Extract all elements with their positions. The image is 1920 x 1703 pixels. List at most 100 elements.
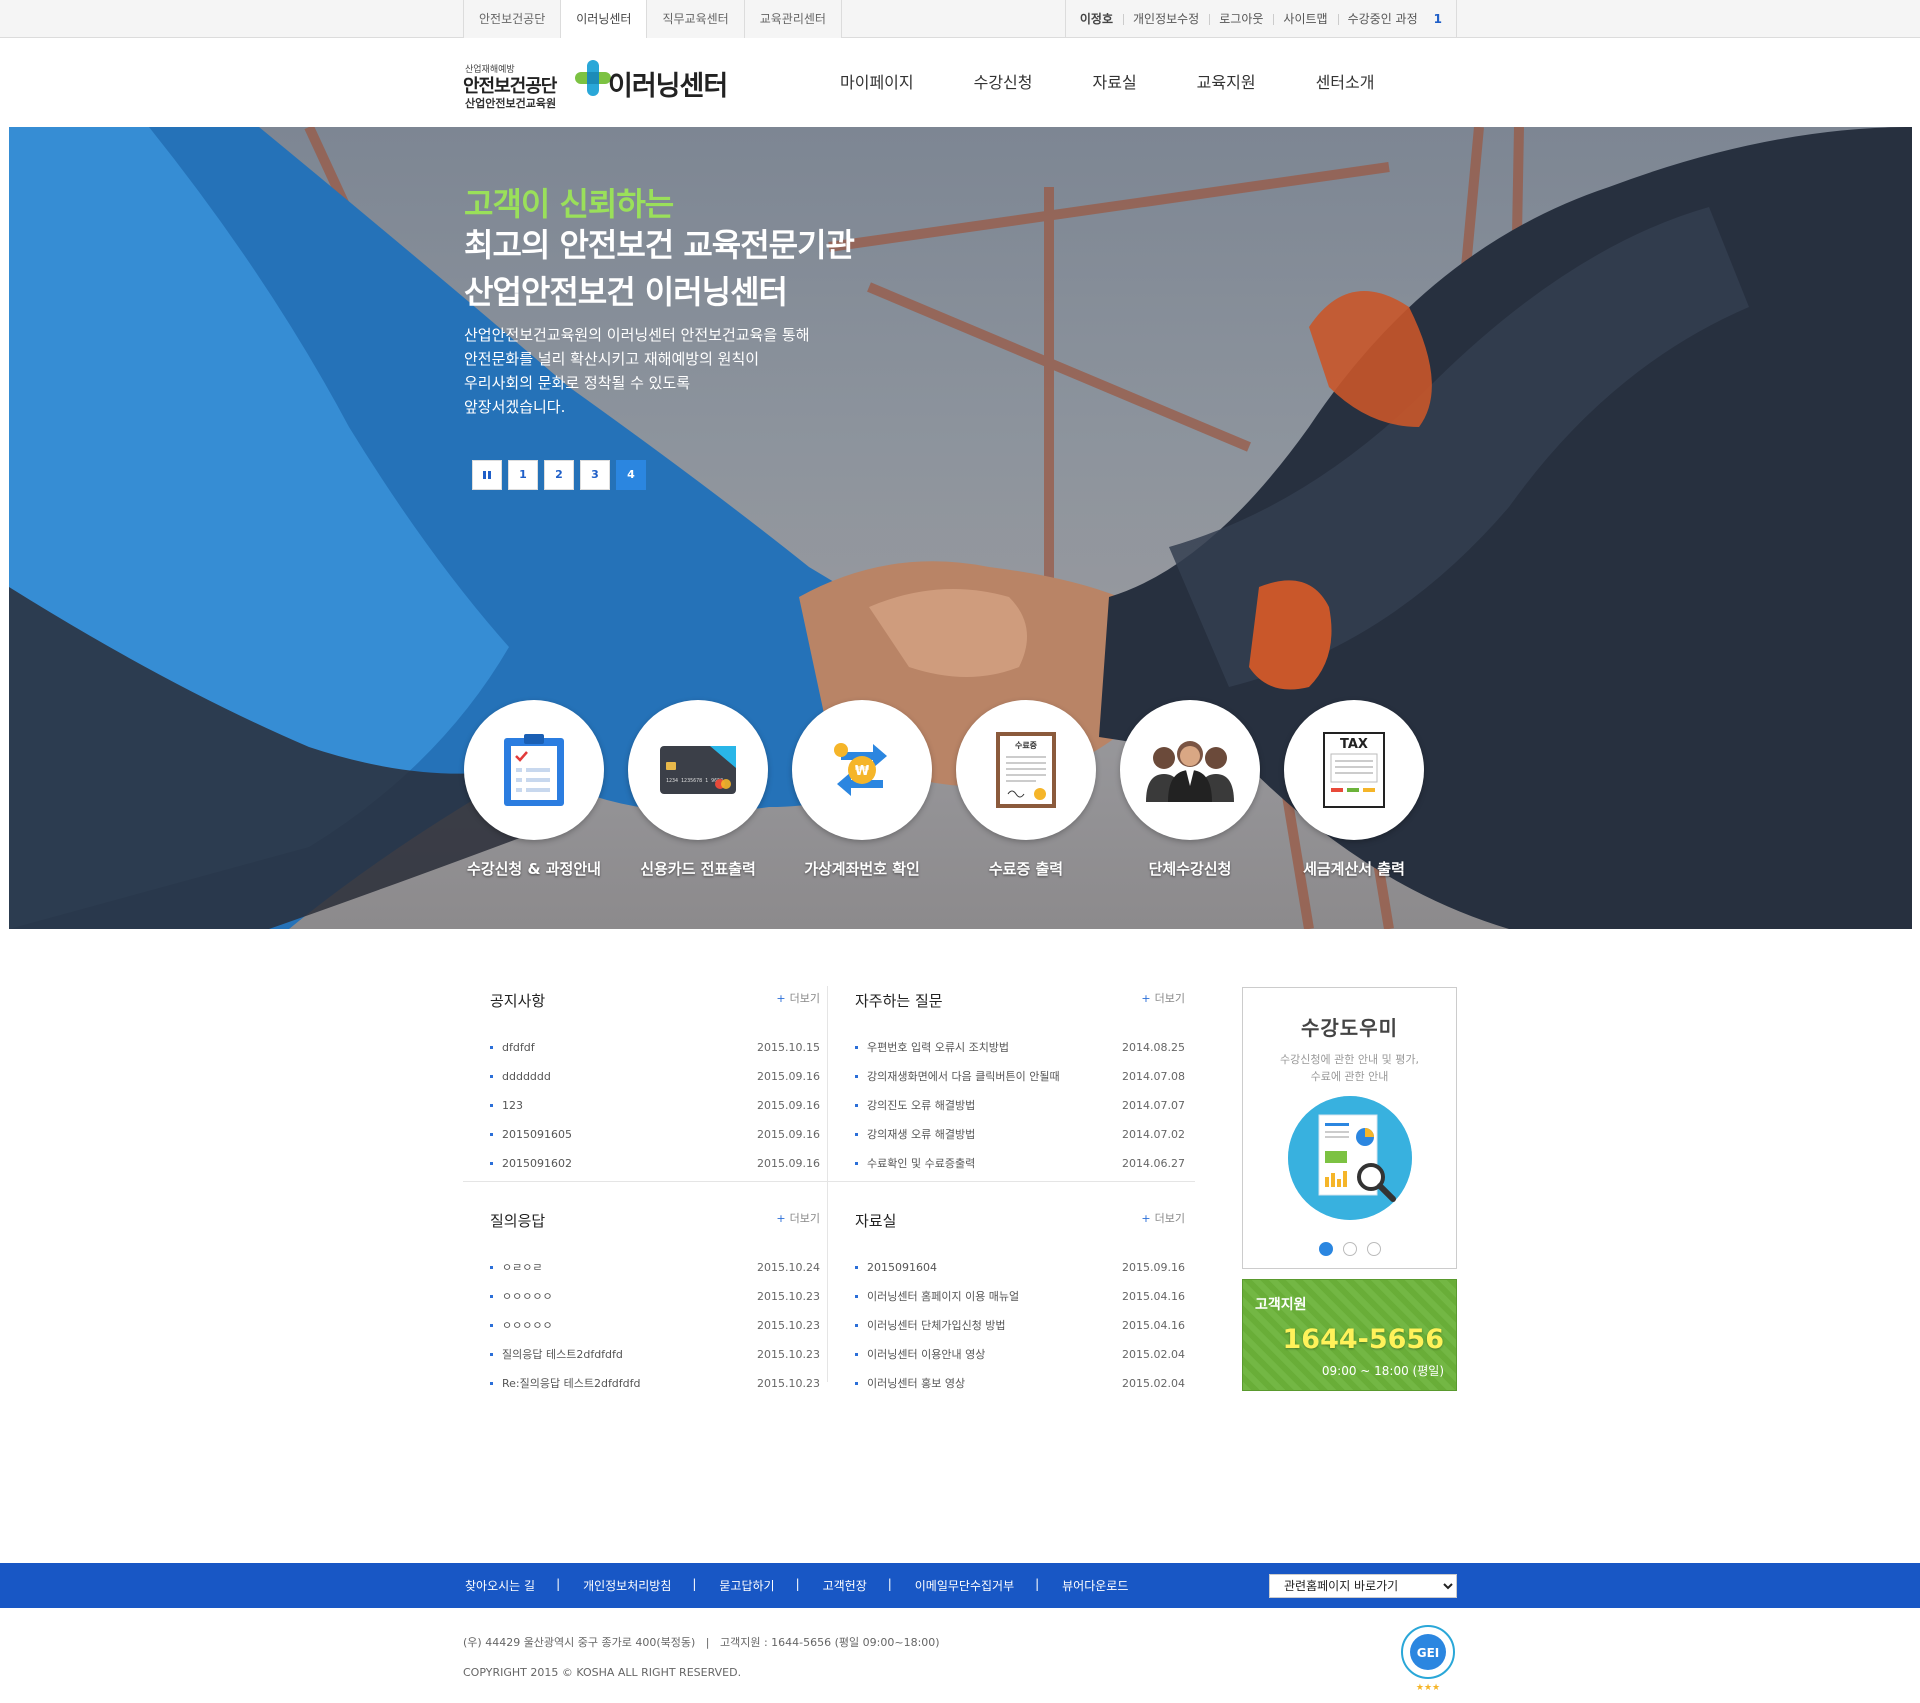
nav-mypage[interactable]: 마이페이지 [810,38,944,127]
current-courses-link[interactable]: 수강중인 과정 1 [1337,0,1452,38]
quick-course-apply[interactable]: 수강신청 & 과정안내 [464,700,604,879]
item-title: 이러닝센터 홍보 영상 [867,1377,966,1390]
list-item[interactable]: 수료확인 및 수료증출력 2014.06.27 [855,1149,1185,1178]
slide-2-button[interactable]: 2 [544,460,574,490]
more-link[interactable]: 더보기 [1141,990,1185,1006]
list-item[interactable]: 123 2015.09.16 [490,1091,820,1120]
notice-list: dfdfdf 2015.10.15 ddddddd 2015.09.16 123 20… [490,1033,820,1178]
list-item[interactable]: 이러닝센터 단체가입신청 방법 2015.04.16 [855,1311,1185,1340]
list-item[interactable]: dfdfdf 2015.10.15 [490,1033,820,1062]
tab-edu-management[interactable]: 교육관리센터 [743,0,842,38]
list-item[interactable]: 강의진도 오류 해결방법 2014.07.07 [855,1091,1185,1120]
list-item[interactable]: 2015091605 2015.09.16 [490,1120,820,1149]
board-divider-vertical [827,986,828,1382]
helper-dot-3[interactable] [1366,1242,1381,1256]
customer-support-box: 고객지원 1644-5656 09:00 ~ 18:00 (평일) [1242,1279,1457,1391]
list-item[interactable]: 우편번호 입력 오류시 조치방법 2014.08.25 [855,1033,1185,1062]
item-title: 2015091604 [867,1261,937,1274]
item-date: 2014.07.07 [1122,1099,1185,1112]
more-link[interactable]: 더보기 [776,990,820,1006]
board-title: 질의응답 [490,1212,546,1230]
slide-3-button[interactable]: 3 [580,460,610,490]
pause-icon [483,471,491,479]
nav-edu-support[interactable]: 교육지원 [1167,38,1286,127]
qna-board: 질의응답 더보기 ㅇㄹㅇㄹ 2015.10.24 ㅇㅇㅇㅇㅇ 2015.10.23 … [490,1210,820,1398]
footer-info: (우) 44429 울산광역시 중구 종가로 400(북정동) | 고객지원 :… [463,1628,940,1688]
footer-link-directions[interactable]: 찾아오시는 길 [463,1577,559,1594]
edit-profile-link[interactable]: 개인정보수정 [1122,0,1209,38]
more-link[interactable]: 더보기 [1141,1210,1185,1226]
nav-course-apply[interactable]: 수강신청 [944,38,1063,127]
sitemap-link[interactable]: 사이트맵 [1273,0,1337,38]
item-title: 2015091605 [502,1128,572,1141]
item-date: 2014.07.02 [1122,1128,1185,1141]
top-utility-bar: 안전보건공단 이러닝센터 직무교육센터 교육관리센터 이정호 개인정보수정 로그… [0,0,1920,39]
list-item[interactable]: Re:질의응답 테스트2dfdfdfd 2015.10.23 [490,1369,820,1398]
quick-credit-card[interactable]: 1234 1235678 1 9653 신용카드 전표출력 [628,700,768,879]
user-name: 이정호 [1079,12,1113,26]
slide-1-button[interactable]: 1 [508,460,538,490]
item-title: 수료확인 및 수료증출력 [867,1157,976,1170]
list-item[interactable]: 강의재생화면에서 다음 클릭버튼이 안될때 2014.07.08 [855,1062,1185,1091]
quick-tax-invoice[interactable]: TAX 세금계산서 출력 [1284,700,1424,879]
list-item[interactable]: ㅇㅇㅇㅇㅇ 2015.10.23 [490,1311,820,1340]
item-title: 우편번호 입력 오류시 조치방법 [867,1041,1010,1054]
list-item[interactable]: 2015091602 2015.09.16 [490,1149,820,1178]
gei-certification-badge-icon: GEI ★★★ [1401,1625,1455,1693]
item-date: 2015.10.24 [757,1261,820,1274]
quick-certificate[interactable]: 수료증 수료증 출력 [956,700,1096,879]
footer-link-qna[interactable]: 묻고답하기 [692,1577,798,1594]
item-date: 2015.10.23 [757,1348,820,1361]
faq-board: 자주하는 질문 더보기 우편번호 입력 오류시 조치방법 2014.08.25 강… [855,990,1185,1178]
footer-link-charter[interactable]: 고객헌장 [796,1577,891,1594]
tab-kosha[interactable]: 안전보건공단 [463,0,561,38]
currency-exchange-icon: ₩ [834,743,887,796]
list-item[interactable]: 질의응답 테스트2dfdfdfd 2015.10.23 [490,1340,820,1369]
tab-elearning[interactable]: 이러닝센터 [560,0,647,39]
tax-invoice-icon: TAX [1323,732,1385,808]
faq-list: 우편번호 입력 오류시 조치방법 2014.08.25 강의재생화면에서 다음 클… [855,1033,1185,1178]
item-date: 2015.09.16 [757,1099,820,1112]
helper-dot-2[interactable] [1342,1242,1357,1256]
logout-link[interactable]: 로그아웃 [1209,0,1273,38]
current-courses-label: 수강중인 과정 [1347,12,1418,26]
nav-center-intro[interactable]: 센터소개 [1286,38,1405,127]
svg-text:★★★: ★★★ [1416,1683,1440,1693]
item-date: 2014.07.08 [1122,1070,1185,1083]
footer-link-email-refusal[interactable]: 이메일무단수집거부 [888,1577,1038,1594]
item-title: 123 [502,1099,523,1112]
list-item[interactable]: 이러닝센터 이용안내 영상 2015.02.04 [855,1340,1185,1369]
list-item[interactable]: 강의재생 오류 해결방법 2014.07.02 [855,1120,1185,1149]
footer-link-viewer-download[interactable]: 뷰어다운로드 [1035,1577,1152,1594]
tax-title-text: TAX [1340,737,1368,752]
pause-button[interactable] [472,460,502,490]
helper-dot-1[interactable] [1318,1242,1333,1256]
list-item[interactable]: 2015091604 2015.09.16 [855,1253,1185,1282]
nav-archive[interactable]: 자료실 [1063,38,1167,127]
item-title: ㅇㄹㅇㄹ [502,1261,543,1274]
related-sites-select[interactable]: 관련홈페이지 바로가기 [1269,1574,1457,1598]
hero-desc-line: 산업안전보건교육원의 이러닝센터 안전보건교육을 통해 [464,326,810,344]
quick-icon-circle: 1234 1235678 1 9653 [628,700,768,840]
list-item[interactable]: 이러닝센터 홍보 영상 2015.02.04 [855,1369,1185,1398]
notice-board: 공지사항 더보기 dfdfdf 2015.10.15 ddddddd 2015.09… [490,990,820,1178]
list-item[interactable]: 이러닝센터 홈페이지 이용 매뉴얼 2015.04.16 [855,1282,1185,1311]
quick-label: 신용카드 전표출력 [640,860,756,878]
course-helper-banner[interactable]: 수강도우미 수강신청에 관한 안내 및 평가, 수료에 관한 안내 [1242,987,1457,1269]
list-item[interactable]: ddddddd 2015.09.16 [490,1062,820,1091]
tab-job-training[interactable]: 직무교육센터 [646,0,744,38]
footer-link-privacy[interactable]: 개인정보처리방침 [556,1577,695,1594]
more-link[interactable]: 더보기 [776,1210,820,1226]
slide-4-button[interactable]: 4 [616,460,646,490]
card-number-text: 1234 1235678 1 9653 [666,778,723,784]
item-title: 강의재생화면에서 다음 클릭버튼이 안될때 [867,1070,1060,1083]
item-title: 2015091602 [502,1157,572,1170]
hero-desc-line: 앞장서겠습니다. [464,398,566,416]
quick-icon-circle: ₩ [792,700,932,840]
list-item[interactable]: ㅇㄹㅇㄹ 2015.10.24 [490,1253,820,1282]
support-phone: 1644-5656 [1282,1324,1445,1355]
quick-virtual-account[interactable]: ₩ 가상계좌번호 확인 [792,700,932,879]
site-logo[interactable]: 산업재해예방 안전보건공단 산업안전보건교육원 이러닝센터 [463,56,733,116]
list-item[interactable]: ㅇㅇㅇㅇㅇ 2015.10.23 [490,1282,820,1311]
quick-group-apply[interactable]: 단체수강신청 [1120,700,1260,879]
